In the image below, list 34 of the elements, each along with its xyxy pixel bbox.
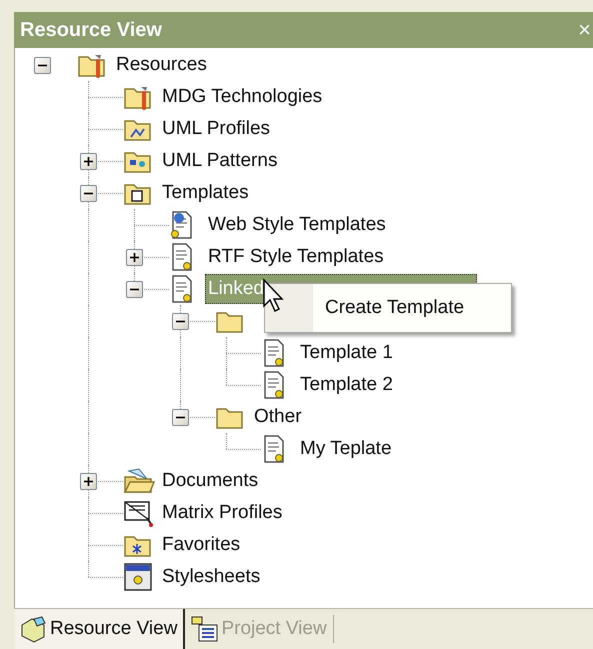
web-document-icon bbox=[169, 210, 195, 240]
plus-icon bbox=[130, 252, 138, 262]
project-tree-icon bbox=[191, 615, 220, 643]
tree-item[interactable]: Matrix Profiles bbox=[159, 498, 286, 528]
open-folder-icon bbox=[123, 467, 155, 495]
tree-item[interactable]: My Teplate bbox=[297, 434, 395, 464]
tree-item[interactable]: Templates bbox=[159, 178, 252, 208]
expand-toggle[interactable] bbox=[80, 152, 96, 170]
tree-item[interactable]: UML Profiles bbox=[159, 114, 274, 144]
stylesheet-icon bbox=[123, 562, 153, 592]
tree-item[interactable]: Template 2 bbox=[297, 370, 396, 400]
tree-item[interactable]: Resources bbox=[113, 50, 210, 80]
tree-item[interactable]: Documents bbox=[159, 466, 262, 496]
expand-toggle[interactable] bbox=[80, 472, 96, 490]
menu-item[interactable]: Create Template bbox=[313, 284, 511, 332]
tree-item[interactable]: Web Style Templates bbox=[205, 210, 389, 240]
tree-item[interactable]: Stylesheets bbox=[159, 562, 264, 592]
expand-toggle[interactable] bbox=[80, 184, 96, 202]
expand-toggle[interactable] bbox=[172, 312, 188, 330]
tree-item[interactable]: MDG Technologies bbox=[159, 82, 326, 112]
tree-item[interactable]: Favorites bbox=[159, 530, 244, 560]
expand-toggle[interactable] bbox=[34, 56, 50, 74]
view-tab[interactable]: Resource View bbox=[14, 609, 186, 649]
expand-toggle[interactable] bbox=[172, 408, 188, 426]
resource-icon bbox=[20, 615, 48, 643]
plus-icon bbox=[84, 476, 92, 486]
plus-icon bbox=[84, 156, 92, 166]
panel-title: Resource View bbox=[20, 18, 162, 43]
tree-item[interactable]: Template 1 bbox=[297, 338, 396, 368]
expand-toggle[interactable] bbox=[126, 248, 142, 266]
tree-item[interactable]: UML Patterns bbox=[159, 146, 280, 176]
tree-item[interactable]: RTF Style Templates bbox=[205, 242, 387, 272]
expand-toggle[interactable] bbox=[126, 280, 142, 298]
tree-item[interactable]: Other bbox=[251, 402, 305, 432]
